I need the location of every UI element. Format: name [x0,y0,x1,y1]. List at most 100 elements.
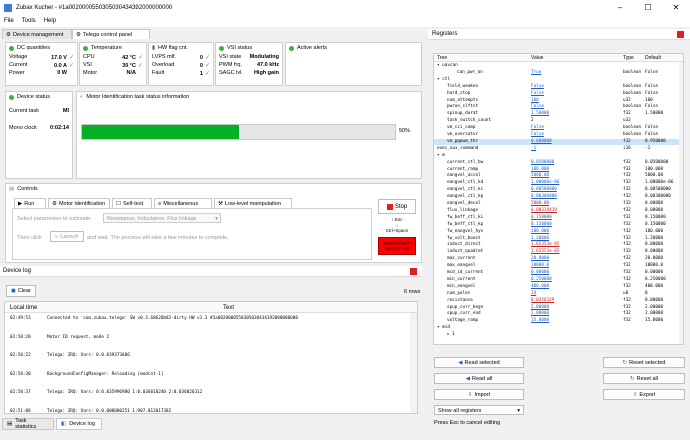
register-value[interactable]: 0.00000 [531,270,549,275]
register-row[interactable]: ▾ uavcan [434,63,683,69]
register-row[interactable]: spup_curr_end 2.00000 f32 2.00000 [434,311,683,317]
register-value[interactable]: 5000.00 [531,173,549,178]
register-row[interactable]: induct_direct 1.65353e-05 f32 0.00000 [434,242,683,248]
stop-button[interactable]: Stop [378,199,416,214]
tab-run[interactable]: ▶ Run [14,198,46,208]
reset-selected-button[interactable]: ↻ Reset selected [603,357,685,368]
register-row[interactable]: hard_stop False boolean False [434,91,683,97]
register-row[interactable]: ▾ ctl [434,77,683,83]
register-value[interactable]: 0.250000 [531,277,552,282]
menu-file[interactable]: File [0,18,18,24]
register-value[interactable]: 0.00300000 [531,194,557,199]
register-value[interactable]: 0.0500000 [531,160,554,165]
reset-all-button[interactable]: ↻ Reset all [603,373,685,384]
register-value[interactable]: 0.150000 [531,215,552,220]
register-value[interactable]: 10000.0 [531,263,549,268]
register-filter-select[interactable]: Show all registers ▾ [434,405,524,415]
tab-miscellaneous[interactable]: ≡ Miscellaneous [154,198,212,208]
register-value[interactable]: 1.00000e-06 [531,180,559,185]
register-value[interactable]: 1.50000 [531,111,549,116]
tab-device-log[interactable]: ◧ Device log [56,418,102,430]
register-value[interactable]: 15.0000 [531,318,549,323]
clear-log-button[interactable]: ◼ Clear [6,285,36,297]
register-row[interactable]: min_current 0.250000 f32 0.250000 [434,277,683,283]
close-dock-icon[interactable] [677,31,684,38]
register-value[interactable]: False [531,84,544,89]
register-value[interactable]: 2.00000 [531,311,549,316]
tab-self-test[interactable]: ☐ Self-test [112,198,152,208]
register-value[interactable]: 100.000 [531,229,549,234]
register-value[interactable]: -1 [531,146,536,151]
tab-task-statistics[interactable]: ▤ Task statistics [2,418,54,430]
register-value[interactable]: 0.00500000 [531,187,557,192]
tab-telega-control[interactable]: ⚙ Telega control panel [72,29,150,39]
register-row[interactable]: flux_linkage 0.00319419 f32 0.00000 [434,208,683,214]
tab-low-level[interactable]: ⚒ Low-level manipulation [214,198,292,208]
register-row[interactable]: fw_beff_ctl_ki 0.150000 f32 0.150000 [434,215,683,221]
register-value[interactable]: 1.65353e-05 [531,249,559,254]
register-row[interactable]: vm_cci_comp False boolean False [434,125,683,131]
register-row[interactable]: mid_id_current 0.00000 f32 0.00000 [434,270,683,276]
register-row[interactable]: fw_beff_ctl_kp 0.150000 f32 0.150000 [434,222,683,228]
register-row[interactable]: vm_pppwm_thr 0.600000 f32 0.950000 [434,138,683,145]
register-row[interactable]: num_poles 14 u8 0 [434,291,683,297]
register-value[interactable]: 1.20000 [531,236,549,241]
register-row[interactable]: spinup_durat 1.50000 f32 1.50000 [434,111,683,117]
read-selected-button[interactable]: ◀ Read selected [434,357,524,368]
import-button[interactable]: ⇩ Import [434,389,524,400]
menu-help[interactable]: Help [40,18,60,24]
register-value[interactable]: 5000.00 [531,201,549,206]
register-value[interactable]: False [531,125,544,130]
minimize-button[interactable]: – [606,0,634,15]
register-row[interactable]: min_eangvel 400.000 f32 400.000 [434,284,683,290]
register-row[interactable]: eangvel_decel 5000.00 f32 0.00000 [434,201,683,207]
tab-motor-identification[interactable]: ⚙ Motor identification [48,198,110,208]
maximize-button[interactable]: ☐ [634,0,662,15]
register-scrollbar[interactable] [679,62,683,344]
register-value[interactable]: False [531,132,544,137]
read-all-button[interactable]: ◀ Read all [434,373,524,384]
close-button[interactable]: ✕ [662,0,690,15]
register-row[interactable]: current_ramp 100.000 f32 100.000 [434,167,683,173]
register-row[interactable]: exec_aux_command -1 i16 -1 [434,146,683,152]
register-value[interactable]: 2.00000 [531,305,549,310]
register-row[interactable]: ▾ m [434,153,683,159]
register-row[interactable]: fw_volt_boost 1.20000 f32 1.20000 [434,236,683,242]
register-row[interactable]: task_switch_count 2 u32 [434,118,683,124]
register-value[interactable]: 400.000 [531,284,549,289]
register-value[interactable]: 0.600000 [531,139,552,144]
register-value[interactable]: False [531,91,544,96]
register-row[interactable]: can_pwr_on True boolean False [434,70,683,76]
register-value[interactable]: 100.000 [531,167,549,172]
tab-device-management[interactable]: ⚙ Device management [2,29,72,39]
register-value[interactable]: 14 [531,291,536,296]
close-dock-icon[interactable] [410,268,417,275]
register-row[interactable]: max_eangvel 10000.0 f32 10000.0 [434,263,683,269]
menu-tools[interactable]: Tools [18,18,40,24]
register-row[interactable]: current_ctl_bw 0.0500000 f32 0.0500000 [434,160,683,166]
register-row[interactable]: voltage_ramp 15.0000 f32 15.0000 [434,318,683,324]
register-row[interactable]: eangvel_ctl_kp 0.00300000 f32 0.00300000 [434,194,683,200]
register-row[interactable]: ▸ 1 [434,332,683,338]
register-value[interactable]: 20.0000 [531,256,549,261]
log-scrollbar[interactable] [410,313,417,413]
register-value[interactable]: 0.0356329 [531,298,554,303]
register-value[interactable]: True [531,70,541,75]
register-value[interactable]: 100 [531,98,539,103]
register-row[interactable]: spup_curr_begn 2.00000 f32 2.00000 [434,305,683,311]
register-row[interactable]: pwron_slftst False boolean False [434,104,683,110]
export-button[interactable]: ⇧ Export [603,389,685,400]
params-select[interactable]: Resistance, Inductance, Flux linkage ▾ [103,213,221,223]
register-row[interactable]: num_attempts 100 u32 100 [434,98,683,104]
register-value[interactable]: 0.00319419 [531,208,557,213]
register-value[interactable]: 0.150000 [531,222,552,227]
register-row[interactable]: induct_quadrat 1.65353e-05 f32 0.00000 [434,249,683,255]
register-row[interactable]: max_current 20.0000 f32 20.0000 [434,256,683,262]
register-row[interactable]: eangvel_accel 5000.00 f32 5000.00 [434,173,683,179]
register-value[interactable]: 1.65353e-05 [531,242,559,247]
register-row[interactable]: fw_eangvel_hys 100.000 f32 100.000 [434,229,683,235]
emergency-shutdown-button[interactable]: EMERGENCY SHUTDOWN [378,237,416,255]
register-row[interactable]: eangvel_ctl_ki 0.00500000 f32 0.00500000 [434,187,683,193]
register-row[interactable]: resistance 0.0356329 f32 0.00000 [434,298,683,304]
launch-button[interactable]: ▹ Launch [50,231,84,242]
